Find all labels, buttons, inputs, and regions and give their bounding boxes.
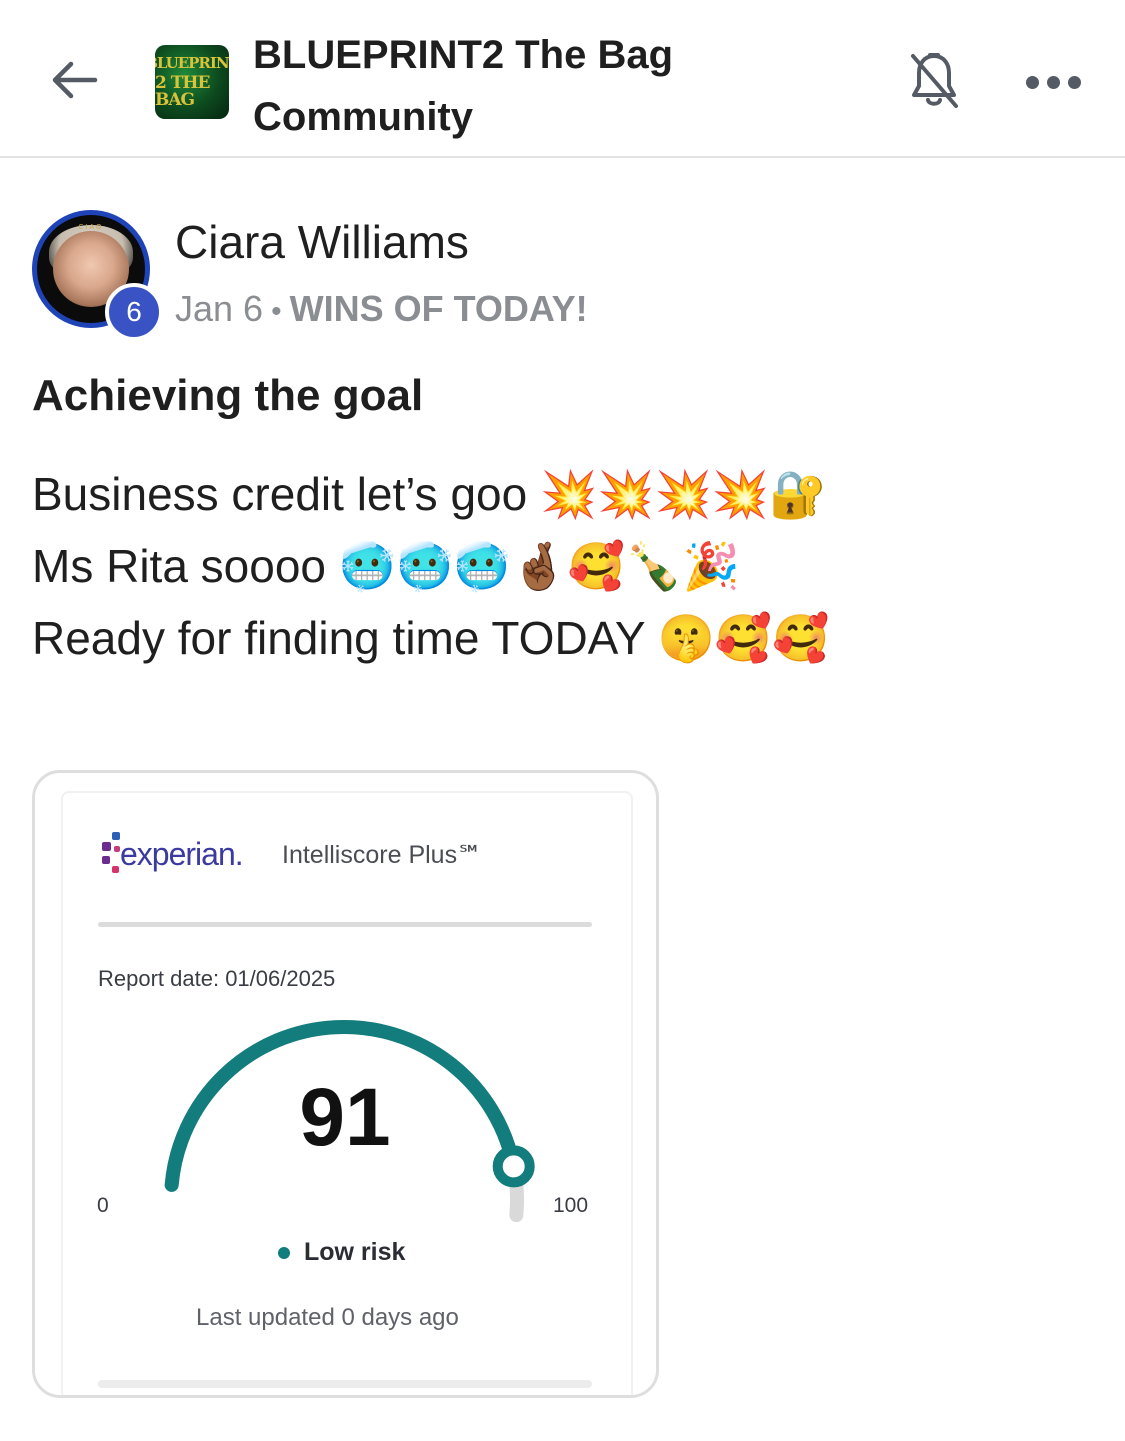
gauge-min-label: 0 [97,1194,109,1217]
last-updated-text: Last updated 0 days ago [196,1304,459,1331]
risk-label: Low risk [304,1238,406,1266]
score-gauge [164,1020,535,1223]
gauge-knob [492,1145,535,1188]
risk-indicator: Low risk [278,1238,405,1267]
risk-dot-icon [278,1246,290,1259]
credit-score-value: 91 [299,1072,391,1163]
card-bottom-fade [98,1380,592,1388]
gauge-max-label: 100 [553,1194,589,1217]
